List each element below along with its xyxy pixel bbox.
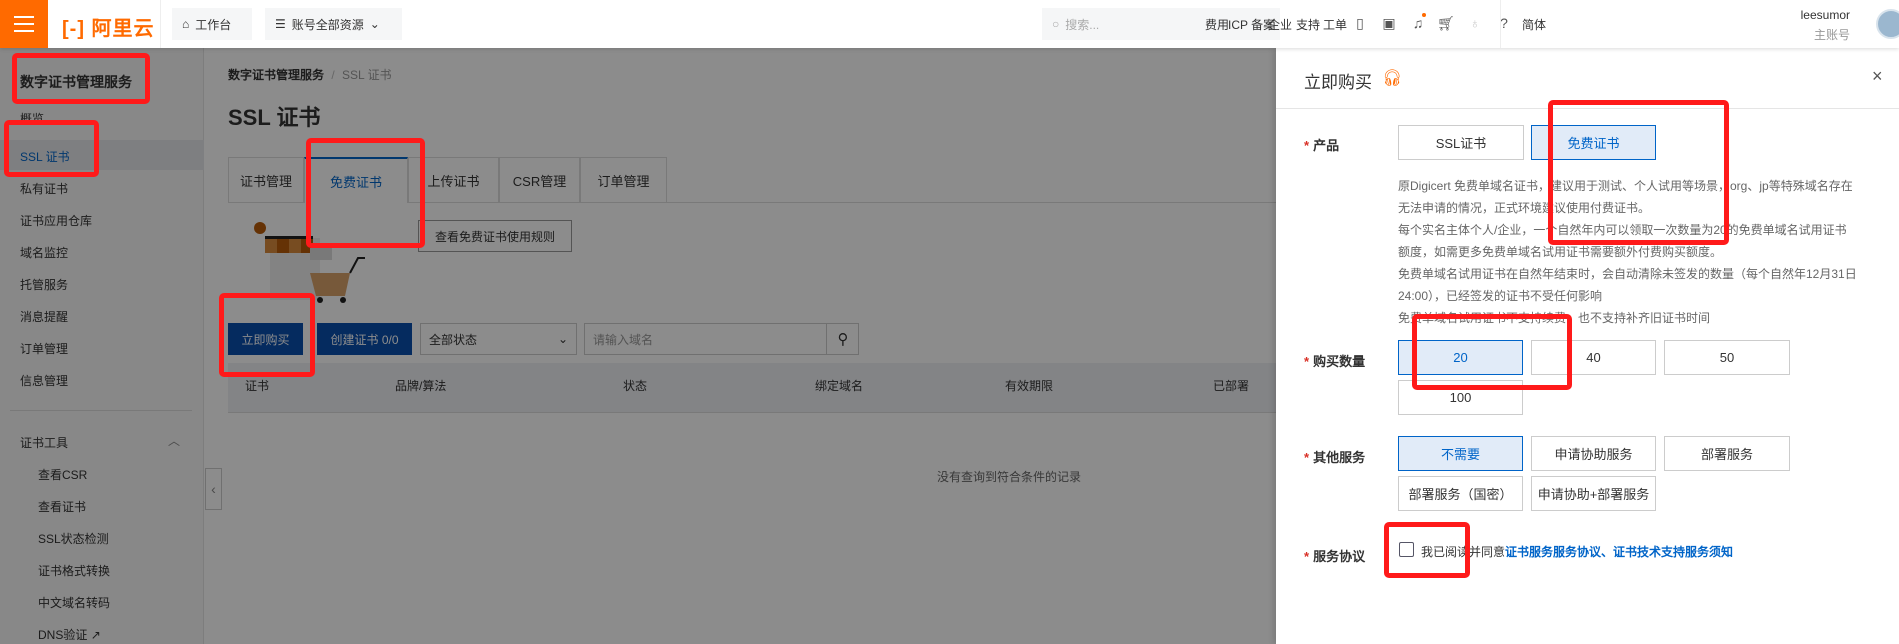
terminal-icon[interactable]: ▣ xyxy=(1379,13,1399,33)
modal-overlay[interactable] xyxy=(0,48,1276,644)
quantity-100[interactable]: 100 xyxy=(1398,380,1523,415)
avatar[interactable] xyxy=(1876,9,1899,39)
agreement-text: 我已阅读并同意证书服务服务协议、证书技术支持服务须知 xyxy=(1421,545,1734,559)
cart-icon[interactable]: 🛒︎ xyxy=(1436,13,1456,33)
product-description: 原Digicert 免费单域名证书，建议用于测试、个人试用等场景，org、jp等… xyxy=(1398,179,1857,325)
quantity-label: * 购买数量 xyxy=(1304,354,1366,369)
quantity-20[interactable]: 20 xyxy=(1398,340,1523,375)
nav-fees[interactable]: 费用 xyxy=(1205,16,1229,33)
lightbulb-icon[interactable]: ♁ xyxy=(1465,13,1485,33)
buy-now-drawer: 立即购买 🎧︎ × * 产品 SSL证书 免费证书 原Digicert 免费单域名… xyxy=(1276,48,1899,644)
help-icon[interactable]: ? xyxy=(1494,13,1514,33)
search-icon: ○ xyxy=(1052,17,1060,31)
resources-dropdown[interactable]: ☰ 账号全部资源 ⌄ xyxy=(265,8,402,40)
account-type: 主账号 xyxy=(1813,28,1850,42)
chevron-down-icon: ⌄ xyxy=(369,17,380,31)
service-deploy-sm[interactable]: 部署服务（国密） xyxy=(1398,476,1523,511)
aliyun-logo[interactable]: [-] 阿里云 xyxy=(62,12,155,41)
agreement-checkbox[interactable] xyxy=(1399,542,1414,557)
nav-support[interactable]: 支持 xyxy=(1296,16,1320,33)
product-ssl[interactable]: SSL证书 xyxy=(1398,125,1524,160)
top-bar: [-] 阿里云 ⌂ 工作台 ☰ 账号全部资源 ⌄ ○ 搜索... 费用 ICP 备案 企… xyxy=(0,0,1899,48)
product-free[interactable]: 免费证书 xyxy=(1531,125,1656,160)
service-none[interactable]: 不需要 xyxy=(1398,436,1523,471)
nav-enterprise[interactable]: 企业 xyxy=(1268,16,1292,33)
agreement-label: * 服务协议 xyxy=(1304,549,1366,564)
home-icon: ⌂ xyxy=(182,17,190,31)
quantity-50[interactable]: 50 xyxy=(1664,340,1790,375)
bell-icon[interactable]: ♫ xyxy=(1408,13,1428,33)
app-icon[interactable]: ▯ xyxy=(1350,13,1370,33)
service-label: * 其他服务 xyxy=(1304,450,1366,465)
language-switch[interactable]: 简体 xyxy=(1522,16,1546,33)
product-label: * 产品 xyxy=(1304,138,1340,153)
user-menu[interactable]: leesumor 主账号 xyxy=(1770,8,1850,43)
quantity-40[interactable]: 40 xyxy=(1531,340,1656,375)
menu-icon[interactable] xyxy=(0,0,48,48)
list-icon: ☰ xyxy=(275,17,286,31)
service-assist-deploy[interactable]: 申请协助+部署服务 xyxy=(1531,476,1656,511)
drawer-title: 立即购买 xyxy=(1304,73,1372,92)
service-assist[interactable]: 申请协助服务 xyxy=(1531,436,1656,471)
service-deploy[interactable]: 部署服务 xyxy=(1664,436,1790,471)
username: leesumor xyxy=(1800,8,1850,22)
close-icon[interactable]: × xyxy=(1872,66,1883,87)
headset-icon[interactable]: 🎧︎ xyxy=(1382,68,1402,88)
workbench-button[interactable]: ⌂ 工作台 xyxy=(172,8,252,40)
nav-ticket[interactable]: 工单 xyxy=(1323,16,1347,33)
agreement-links[interactable]: 证书服务服务协议、证书技术支持服务须知 xyxy=(1505,545,1733,559)
